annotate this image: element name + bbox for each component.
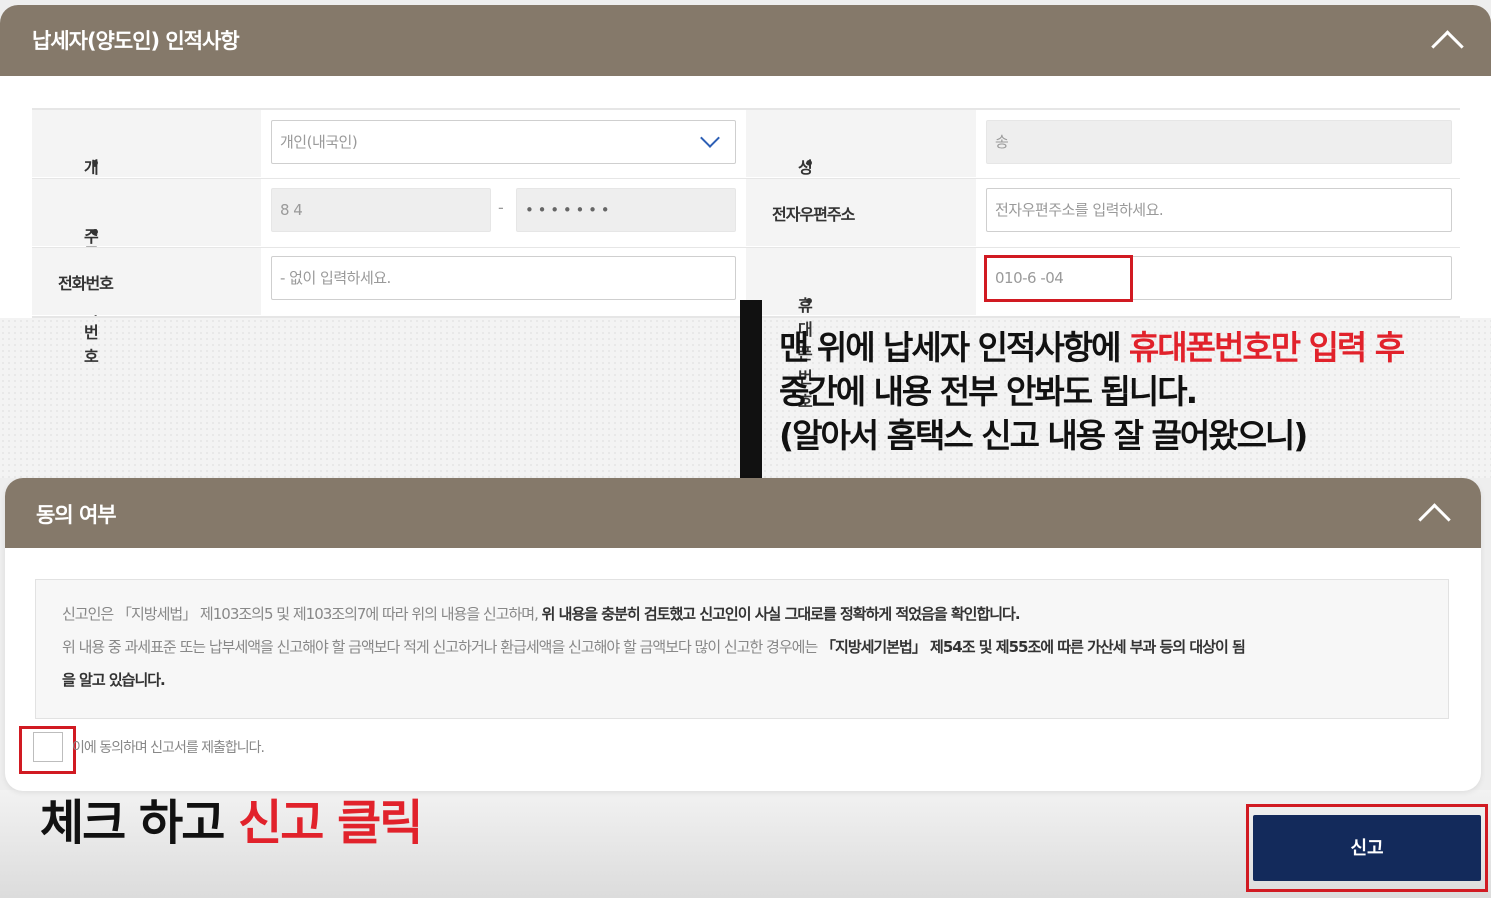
person-type-value: 개인(내국인) (280, 133, 358, 151)
consent-text: 신고인은 「지방세법」 제103조의5 및 제103조의7에 따라 위의 내용을… (62, 598, 1432, 697)
consent-line2-normal: 위 내용 중 과세표준 또는 납부세액을 신고해야 할 금액보다 적게 신고하거… (62, 638, 822, 656)
consent-line2-bold: 「지방세기본법」 제54조 및 제55조에 따른 가산세 부과 등의 대상이 됨 (821, 638, 1246, 656)
phone-field[interactable]: - 없이 입력하세요. (271, 256, 736, 300)
rrn-back-field[interactable]: • • • • • • • (516, 188, 736, 232)
name-value: 송 (995, 133, 1009, 151)
personal-info-title: 납세자(양도인) 인적사항 (32, 29, 240, 53)
phone-placeholder: - 없이 입력하세요. (280, 269, 391, 287)
label-cell-type: 개인구분• (32, 110, 261, 249)
label-cell-rrn: 주민등록번호• (32, 179, 261, 366)
down-arrow-icon (740, 300, 762, 490)
agree-label: 이에 동의하며 신고서를 제출합니다. (72, 740, 265, 756)
personal-info-header[interactable]: 납세자(양도인) 인적사항 (0, 5, 1491, 76)
checkbox-highlight-box (19, 726, 76, 774)
annotation-line2: 중간에 내용 전부 안봐도 됩니다. (779, 372, 1198, 411)
required-mark: • (90, 154, 100, 173)
required-mark: • (804, 292, 814, 311)
rrn-back-value: • • • • • • • (525, 201, 610, 219)
annotation-line1-black: 맨 위에 납세자 인적사항에 (779, 328, 1129, 367)
label-cell-email: 전자우편주소 (746, 179, 976, 246)
personal-info-panel: 납세자(양도인) 인적사항 개인구분• 성명• 주민등록번호• 전자우편주소 전… (0, 5, 1491, 411)
bottom-annotation: 체크 하고 신고 클릭 (40, 783, 423, 853)
consent-line3-bold: 을 알고 있습니다. (62, 671, 166, 689)
bottom-annotation-red: 신고 클릭 (238, 795, 423, 851)
email-field[interactable]: 전자우편주소를 입력하세요. (986, 188, 1452, 232)
consent-header[interactable]: 동의 여부 (5, 478, 1481, 548)
annotation-line3: (알아서 홈택스 신고 내용 잘 끌어왔으니) (779, 416, 1308, 455)
required-mark: • (90, 223, 100, 242)
chevron-down-icon (700, 128, 720, 148)
phone-label: 전화번호 (58, 274, 114, 293)
email-label: 전자우편주소 (772, 205, 855, 224)
mobile-highlight-box (984, 255, 1133, 302)
consent-line1-normal: 신고인은 「지방세법」 제103조의5 및 제103조의7에 따라 위의 내용을… (62, 605, 542, 623)
rrn-front-value: 8 4 (280, 201, 303, 219)
annotation-line1-red: 휴대폰번호만 입력 후 (1128, 328, 1405, 367)
consent-line1-bold: 위 내용을 충분히 검토했고 신고인이 사실 그대로를 정확하게 적었음을 확인… (541, 605, 1021, 623)
collapse-chevron-up-icon[interactable] (1431, 30, 1464, 63)
submit-highlight-box (1246, 804, 1488, 892)
person-type-select[interactable]: 개인(내국인) (271, 120, 736, 164)
label-cell-phone: 전화번호 (32, 248, 261, 315)
bottom-annotation-black: 체크 하고 (40, 795, 239, 851)
collapse-chevron-up-icon[interactable] (1418, 503, 1451, 536)
rrn-separator: - (498, 198, 504, 217)
rrn-front-field[interactable]: 8 4 (271, 188, 491, 232)
consent-text-box: 신고인은 「지방세법」 제103조의5 및 제103조의7에 따라 위의 내용을… (35, 579, 1449, 719)
label-cell-name: 성명• (746, 110, 976, 201)
required-mark: • (804, 154, 814, 173)
email-placeholder: 전자우편주소를 입력하세요. (995, 201, 1164, 219)
annotation-note: 맨 위에 납세자 인적사항에 휴대폰번호만 입력 후 중간에 내용 전부 안봐도… (779, 326, 1405, 458)
consent-title: 동의 여부 (36, 503, 117, 527)
name-field[interactable]: 송 (986, 120, 1452, 164)
label-cell-mobile: 휴대폰번호 • (746, 248, 976, 411)
